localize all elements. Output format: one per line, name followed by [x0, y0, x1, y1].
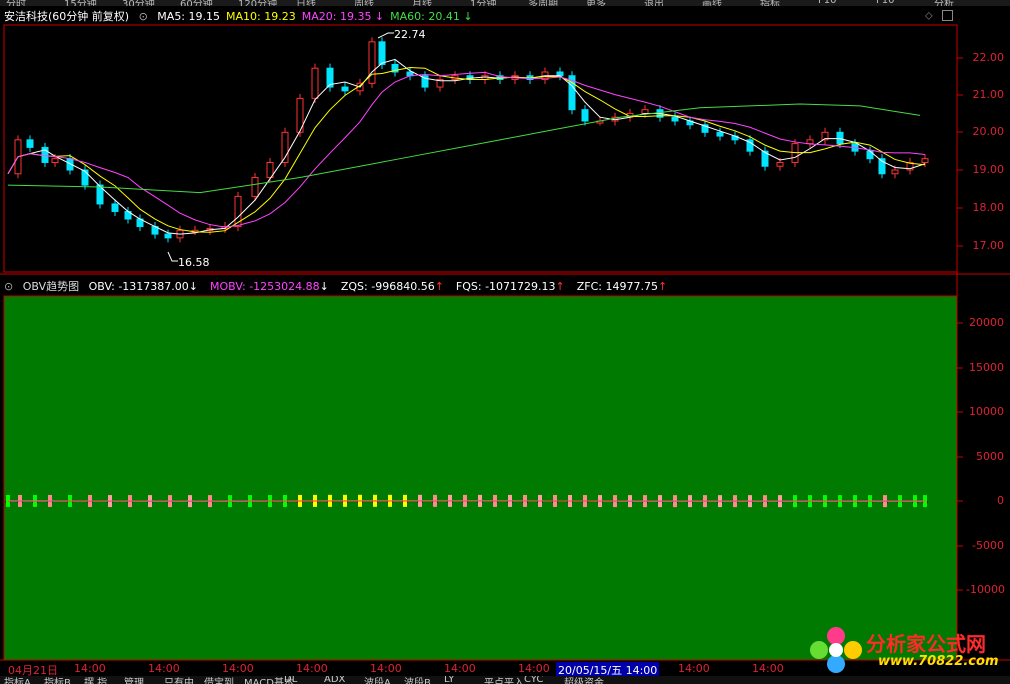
candle-body	[251, 177, 259, 197]
indicator-settings-icon[interactable]: ⊙	[4, 280, 13, 293]
time-tick: 14:00	[444, 662, 476, 675]
time-tick: 14:00	[370, 662, 402, 675]
logo-text: 分析家公式网	[866, 632, 986, 656]
price-tick: 20.00	[972, 125, 1005, 138]
time-tick: 14:00	[222, 662, 254, 675]
indicator-tick: -10000	[966, 583, 1005, 596]
price-tick: 21.00	[972, 88, 1005, 101]
price-tick: 17.00	[972, 239, 1005, 252]
price-tick: 22.00	[972, 51, 1005, 64]
candle-body	[51, 158, 59, 163]
indicator-panel-frame	[3, 295, 958, 661]
site-logo: 分析家公式网 www.70822.com	[806, 624, 1010, 676]
ma-legend: MA5: 19.15 MA10: 19.23 MA20: 19.35 ↓ MA60: …	[157, 10, 478, 23]
main-panel-header: 安洁科技(60分钟 前复权) ⊙ MA5: 19.15 MA10: 19.23 MA…	[4, 8, 485, 24]
candle-body	[164, 233, 172, 239]
indicator-tab[interactable]: DL	[284, 676, 297, 684]
indicator-tick: 15000	[969, 361, 1004, 374]
ma-legend-item: MA5: 19.15	[157, 10, 221, 23]
candle-body	[311, 67, 319, 99]
candle-body	[111, 203, 119, 212]
time-tick: 14:00	[752, 662, 784, 675]
candle-body	[81, 169, 89, 186]
window-controls: ◇	[925, 10, 953, 22]
indicator-tab[interactable]: 只有中	[164, 676, 194, 684]
time-tick: 14:00	[296, 662, 328, 675]
ma-legend-item: MA20: 19.35 ↓	[301, 10, 385, 23]
candle-body	[716, 131, 724, 137]
price-tick: 19.00	[972, 163, 1005, 176]
chart-canvas[interactable]: 22.74 16.58	[0, 0, 1010, 684]
candle-body	[921, 158, 929, 163]
indicator-tab[interactable]: 波段A	[364, 676, 391, 684]
ma-settings-icon[interactable]: ⊙	[139, 10, 148, 23]
indicator-tick: 20000	[969, 316, 1004, 329]
indicator-tab[interactable]: ADX	[324, 676, 345, 684]
candle-body	[671, 116, 679, 122]
time-tick: 14:00	[148, 662, 180, 675]
diamond-icon[interactable]: ◇	[925, 11, 933, 22]
ma-legend-item: MA10: 19.23	[226, 10, 296, 23]
high-label: 22.74	[394, 28, 426, 41]
indicator-tick: -5000	[972, 539, 1004, 552]
stock-title[interactable]: 安洁科技(60分钟 前复权)	[4, 10, 129, 23]
indicator-panel-header: ⊙ OBV趋势图 OBV: -1317387.00↓ MOBV: -1253024…	[4, 278, 685, 294]
indicator-tab[interactable]: 管理	[124, 676, 144, 684]
candle-body	[836, 131, 844, 145]
candle-body	[581, 109, 589, 122]
candle-body	[26, 139, 34, 148]
indicator-legend: OBV: -1317387.00↓ MOBV: -1253024.88↓ ZQS: …	[89, 280, 680, 293]
maximize-icon[interactable]	[941, 10, 953, 21]
candle-body	[806, 139, 814, 145]
indicator-tab[interactable]: 摆 指	[84, 676, 107, 684]
indicator-tab[interactable]: 波段B	[404, 676, 431, 684]
indicator-title[interactable]: OBV趋势图	[23, 280, 79, 293]
candle-body	[776, 161, 784, 167]
time-tick: 14:00	[678, 662, 710, 675]
candle-body	[378, 41, 386, 65]
indicator-legend-item: FQS: -1071729.13↑	[455, 280, 565, 293]
candle-body	[556, 71, 564, 77]
candle-body	[341, 86, 349, 92]
indicator-tab[interactable]: 借宝到	[204, 676, 234, 684]
candle-body	[641, 109, 649, 114]
time-tick: 14:00	[74, 662, 106, 675]
indicator-tick: 5000	[976, 450, 1004, 463]
indicator-tab[interactable]: 指标B	[44, 676, 71, 684]
indicator-tab[interactable]: 指标A	[4, 676, 31, 684]
indicator-tick: 0	[997, 494, 1004, 507]
indicator-legend-item: ZQS: -996840.56↑	[340, 280, 444, 293]
main-panel-frame	[3, 24, 958, 273]
flower-logo-icon	[810, 627, 862, 673]
low-label: 16.58	[178, 256, 210, 269]
indicator-tick: 10000	[969, 405, 1004, 418]
candle-body	[891, 169, 899, 175]
indicator-tab[interactable]: 超级资金	[564, 676, 604, 684]
ma-legend-item: MA60: 20.41 ↓	[390, 10, 473, 23]
indicator-tab-bar: 指标A 指标B 摆 指管理 只有中 借宝到 MACD基本 DL ADX 波段A 波段B LY 平点平入…	[0, 676, 1010, 684]
time-tick: 14:00	[518, 662, 550, 675]
indicator-tab[interactable]: 平点平入	[484, 676, 524, 684]
indicator-tab[interactable]: LY	[444, 676, 454, 684]
candle-body	[368, 41, 376, 84]
logo-url: www.70822.com	[878, 654, 999, 669]
indicator-legend-item: OBV: -1317387.00↓	[88, 280, 198, 293]
indicator-tab[interactable]: CYC	[524, 676, 543, 684]
indicator-legend-item: MOBV: -1253024.88↓	[210, 280, 329, 293]
price-tick: 18.00	[972, 201, 1005, 214]
indicator-legend-item: ZFC: 14977.75↑	[576, 280, 668, 293]
